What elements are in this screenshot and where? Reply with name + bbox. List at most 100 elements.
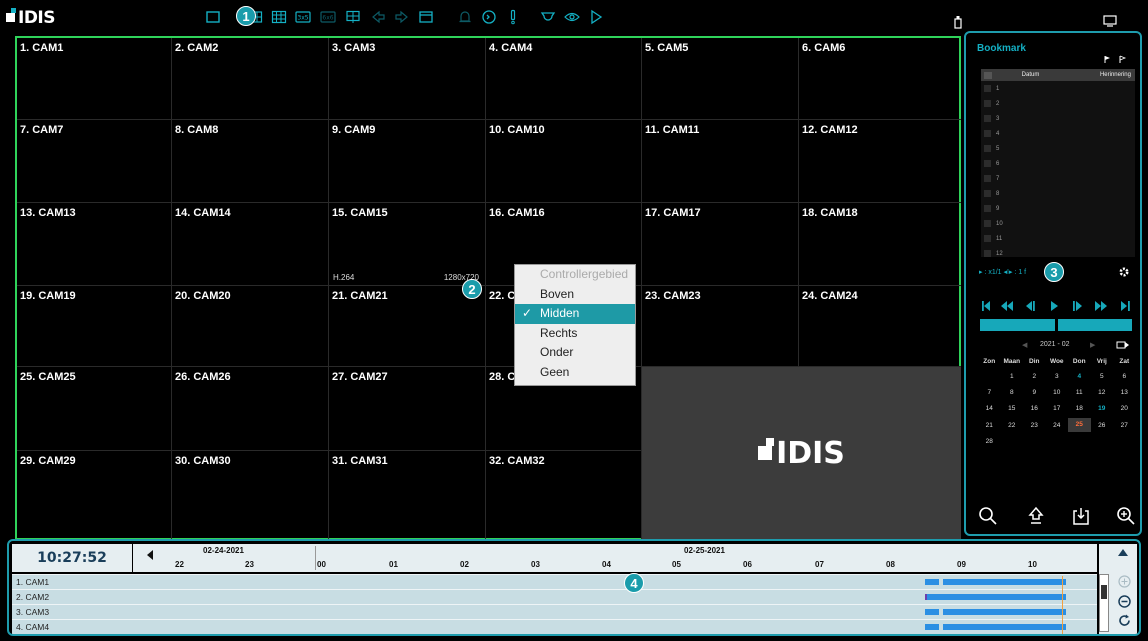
calendar-day[interactable]: 22 [1001,422,1024,429]
bookmark-row[interactable]: 1 [981,81,1135,96]
calendar-day[interactable]: 24 [1046,422,1069,429]
calendar-day[interactable]: 27 [1113,422,1136,429]
camera-tile[interactable]: 26. CAM26 [172,367,329,451]
calendar-day[interactable]: 23 [1023,422,1046,429]
go-first-icon[interactable] [982,301,984,311]
camera-tile[interactable]: 20. CAM20 [172,286,329,367]
calendar-day[interactable]: 28 [978,438,1001,445]
previous-group-icon[interactable] [370,9,386,25]
timeline-row[interactable]: 2. CAM2 [12,589,1097,604]
step-back-icon[interactable] [1026,301,1032,311]
remove-bookmark-icon[interactable] [1118,55,1127,66]
play-button-icon[interactable] [1051,301,1058,311]
calendar-day[interactable]: 18 [1068,405,1091,412]
menu-item-onder[interactable]: Onder [515,343,635,363]
calendar-day[interactable]: 11 [1068,389,1091,396]
fast-forward-icon[interactable] [1095,301,1107,311]
row-checkbox[interactable] [984,85,991,92]
camera-tile[interactable]: 13. CAM13 [17,203,172,286]
calendar-day[interactable]: 20 [1113,405,1136,412]
calendar-day[interactable]: 7 [978,389,1001,396]
alert-icon[interactable] [505,9,521,25]
bookmark-row[interactable]: 3 [981,111,1135,126]
timeline-cursor[interactable] [1062,576,1063,634]
zoom-in-timeline-icon[interactable] [1118,575,1131,588]
usb-icon[interactable] [953,15,963,29]
bookmark-row[interactable]: 6 [981,156,1135,171]
camera-tile[interactable]: 31. CAM31 [329,451,486,540]
camera-tile[interactable]: 27. CAM27 [329,367,486,451]
menu-item-geen[interactable]: Geen [515,363,635,383]
row-checkbox[interactable] [984,175,991,182]
next-group-icon[interactable] [394,9,410,25]
camera-tile[interactable]: 23. CAM23 [642,286,799,367]
timeline-row[interactable]: 3. CAM3 [12,604,1097,619]
calendar-day[interactable]: 1 [1001,373,1024,380]
go-last-icon[interactable] [1121,301,1127,311]
calendar-day[interactable]: 26 [1091,422,1114,429]
camera-tile[interactable]: 21. CAM21 [329,286,486,367]
row-checkbox[interactable] [984,235,991,242]
single-view-icon[interactable] [205,9,221,25]
calendar-day[interactable]: 17 [1046,405,1069,412]
calendar-day[interactable]: 8 [1001,389,1024,396]
camera-tile[interactable]: 15. CAM15 H.264 1280x720 [329,203,486,286]
bookmark-row[interactable]: 9 [981,201,1135,216]
watch-icon[interactable] [564,9,580,25]
row-checkbox[interactable] [984,205,991,212]
panel-toggle-icon[interactable] [1103,15,1117,27]
scrollbar-thumb[interactable] [1101,585,1107,599]
calendar-day[interactable]: 16 [1023,405,1046,412]
bookmark-row[interactable]: 5 [981,141,1135,156]
camera-tile[interactable]: 12. CAM12 [799,120,961,203]
row-checkbox[interactable] [984,145,991,152]
calendar-day-recorded[interactable]: 4 [1068,373,1091,380]
row-checkbox[interactable] [984,115,991,122]
camera-tile[interactable]: 6. CAM6 [799,38,961,120]
camera-tile[interactable]: 25. CAM25 [17,367,172,451]
calendar-day[interactable]: 5 [1091,373,1114,380]
row-checkbox[interactable] [984,130,991,137]
call-icon[interactable] [481,9,497,25]
calendar-day-recorded[interactable]: 19 [1091,405,1114,412]
menu-item-midden[interactable]: ✓ Midden [515,304,635,324]
camera-tile[interactable]: 14. CAM14 [172,203,329,286]
export-icon[interactable] [1071,506,1091,526]
row-checkbox[interactable] [984,100,991,107]
calendar-day[interactable]: 21 [978,422,1001,429]
camera-tile[interactable]: 29. CAM29 [17,451,172,540]
calendar-day-today[interactable]: 25 [1068,418,1091,433]
calendar-day[interactable]: 14 [978,405,1001,412]
bookmark-row[interactable]: 11 [981,231,1135,246]
gear-icon[interactable] [1117,265,1131,279]
camera-tile[interactable]: 18. CAM18 [799,203,961,286]
calendar-day[interactable]: 12 [1091,389,1114,396]
menu-item-boven[interactable]: Boven [515,285,635,305]
bookmark-row[interactable]: 8 [981,186,1135,201]
row-checkbox[interactable] [984,190,991,197]
camera-tile[interactable]: 24. CAM24 [799,286,961,367]
calendar-day[interactable]: 3 [1046,373,1069,380]
scroll-left-icon[interactable] [147,550,153,560]
camera-tile[interactable]: 2. CAM2 [172,38,329,120]
zoom-out-timeline-icon[interactable] [1118,595,1131,608]
window-icon[interactable] [418,9,434,25]
playback-progress[interactable] [980,319,1132,331]
camera-tile[interactable]: 32. CAM32 [486,451,642,540]
select-all-checkbox[interactable] [984,71,992,79]
camera-tile[interactable]: 5. CAM5 [642,38,799,120]
bookmark-row[interactable]: 4 [981,126,1135,141]
custom-layout-icon[interactable] [345,9,361,25]
upload-icon[interactable] [1026,506,1046,526]
next-month-icon[interactable]: ▶ [1090,341,1095,349]
camera-tile[interactable]: 3. CAM3 [329,38,486,120]
camera-tile[interactable]: 30. CAM30 [172,451,329,540]
zoom-in-icon[interactable] [1116,506,1136,526]
calendar-day[interactable]: 13 [1113,389,1136,396]
dome-camera-icon[interactable] [540,9,556,25]
prev-month-icon[interactable]: ◀ [1022,341,1027,349]
bookmark-row[interactable]: 10 [981,216,1135,231]
camera-tile[interactable]: 8. CAM8 [172,120,329,203]
bookmark-row[interactable]: 7 [981,171,1135,186]
bookmark-row[interactable]: 2 [981,96,1135,111]
